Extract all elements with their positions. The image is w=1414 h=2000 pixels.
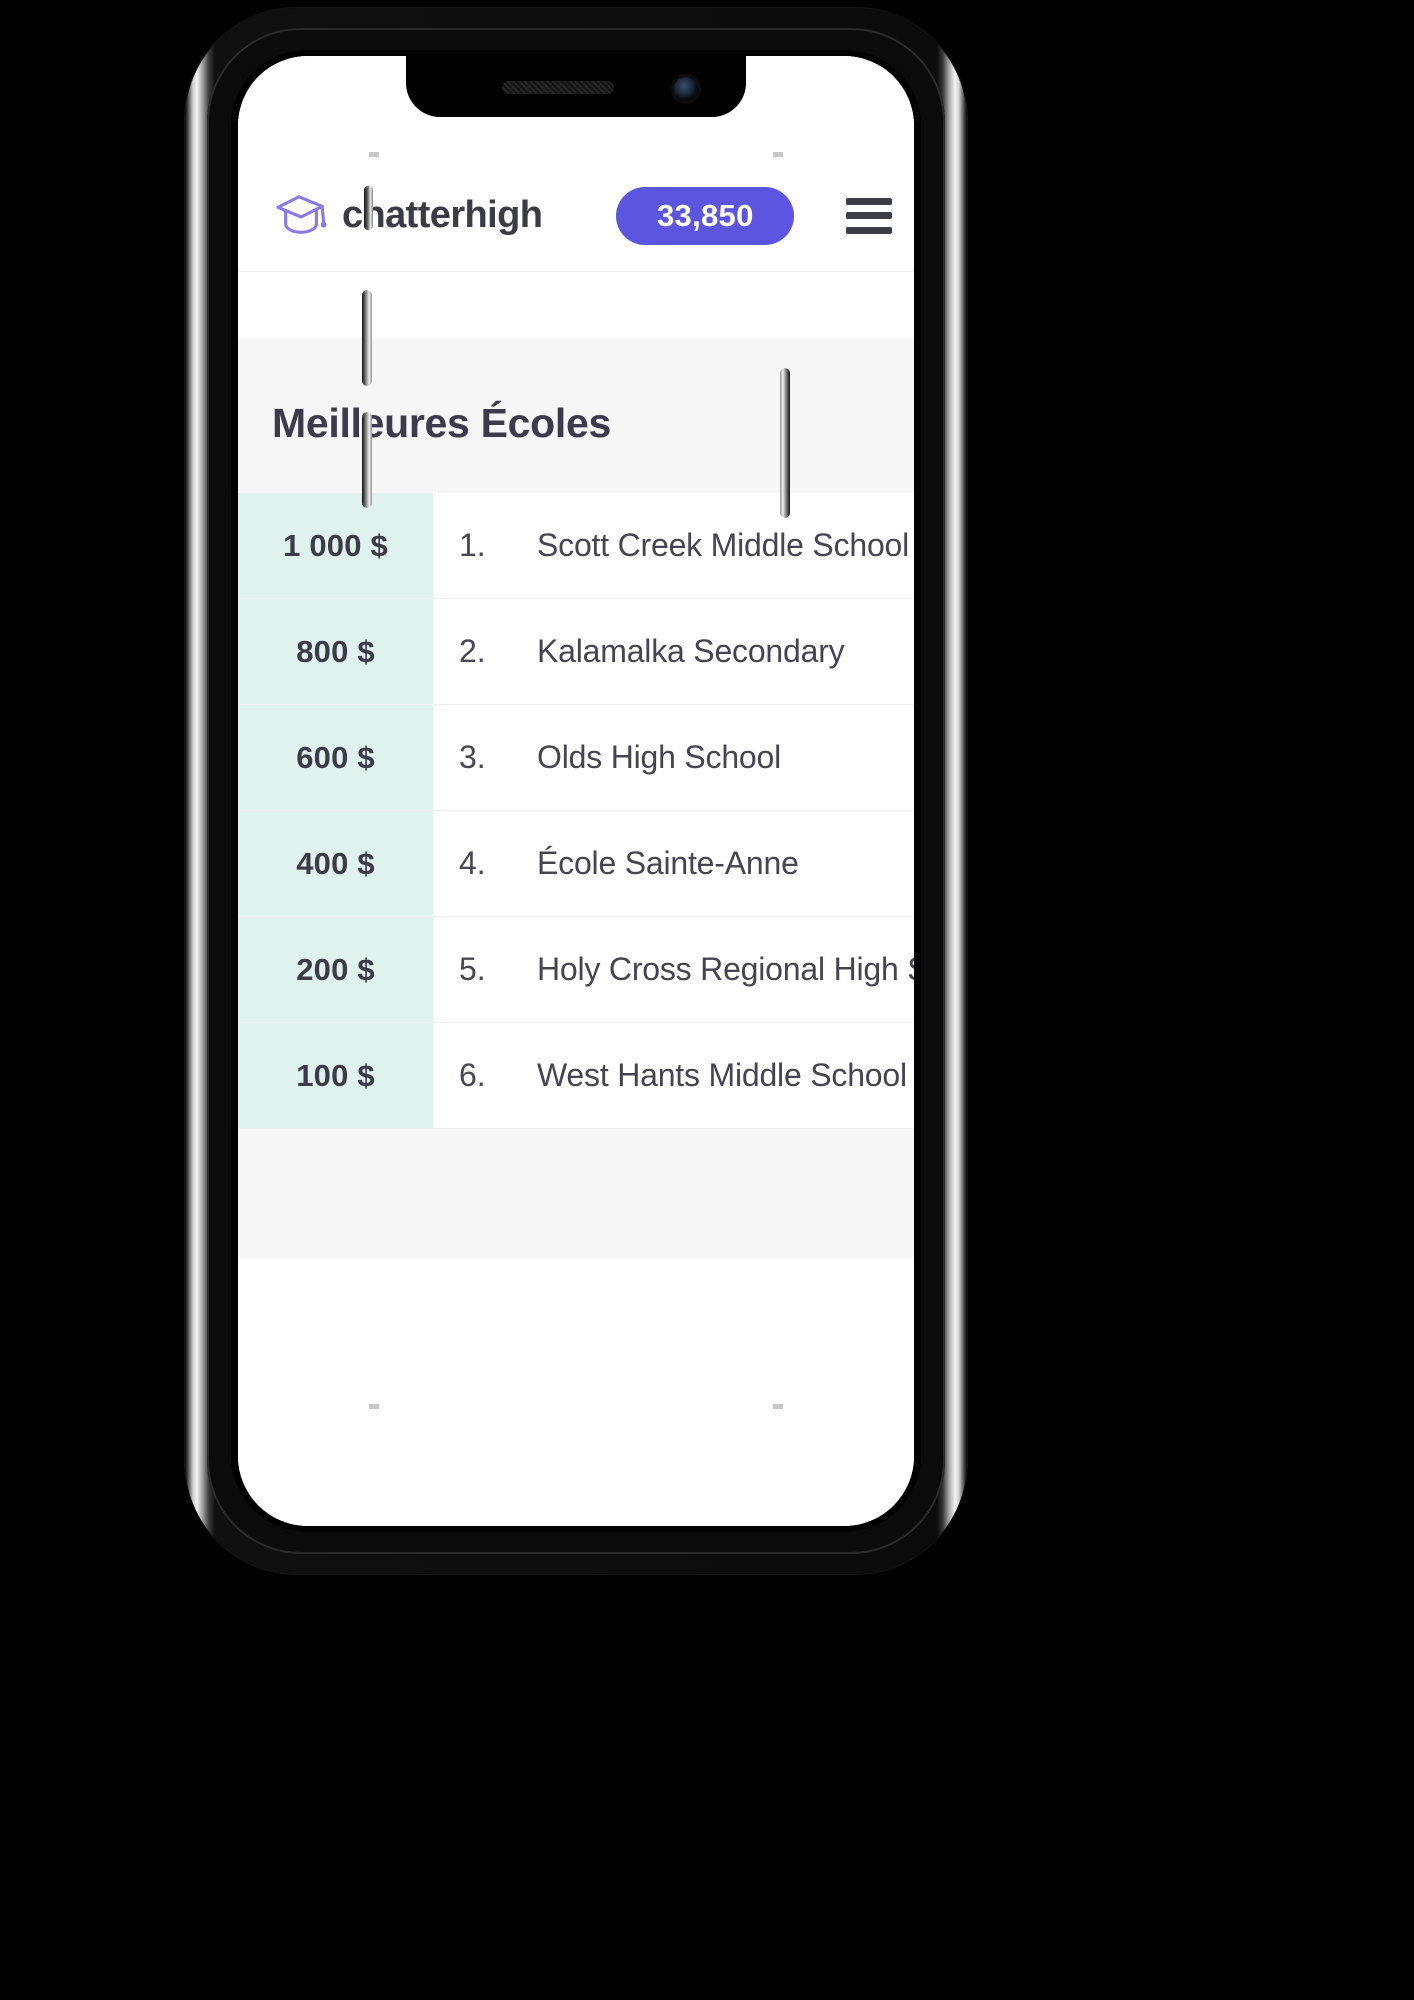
school-name: Holy Cross Regional High School: [537, 951, 914, 987]
prize-amount-cell: 400 $: [238, 811, 433, 916]
school-name: West Hants Middle School: [537, 1057, 907, 1093]
antenna-band: [369, 152, 379, 157]
panel-header: Meilleures Écoles: [238, 338, 914, 493]
prize-amount-cell: 800 $: [238, 599, 433, 704]
brand-logo-link[interactable]: chatterhigh: [272, 191, 543, 241]
rank-number: 4.: [459, 845, 486, 881]
antenna-band: [369, 1404, 379, 1409]
phone-device-mockup: chatterhigh 33,850 Meilleures Écoles 1 0…: [185, 8, 967, 1574]
prize-amount-cell: 200 $: [238, 917, 433, 1022]
power-button[interactable]: [780, 368, 790, 518]
school-name: École Sainte-Anne: [537, 845, 799, 881]
leaderboard-table: 1 000 $ 1. Scott Creek Middle School 800…: [238, 493, 914, 1129]
volume-down-button[interactable]: [362, 412, 372, 508]
prize-amount-cell: 100 $: [238, 1023, 433, 1128]
school-cell: 6. West Hants Middle School: [433, 1023, 914, 1128]
school-cell: 3. Olds High School: [433, 705, 914, 810]
school-cell: 2. Kalamalka Secondary: [433, 599, 914, 704]
front-camera-icon: [674, 77, 698, 101]
table-row[interactable]: 800 $ 2. Kalamalka Secondary: [238, 599, 914, 705]
antenna-band: [773, 152, 783, 157]
hamburger-bar: [846, 212, 893, 219]
rank-number: 5.: [459, 951, 486, 987]
phone-notch: [406, 56, 746, 117]
screenshot-canvas: chatterhigh 33,850 Meilleures Écoles 1 0…: [0, 0, 1414, 2000]
table-row[interactable]: 400 $ 4. École Sainte-Anne: [238, 811, 914, 917]
hamburger-bar: [846, 226, 893, 234]
school-cell: 5. Holy Cross Regional High School: [433, 917, 914, 1022]
rank-number: 1.: [459, 527, 486, 563]
points-badge[interactable]: 33,850: [616, 186, 795, 245]
prize-amount-cell: 600 $: [238, 705, 433, 810]
header-spacer: [238, 272, 914, 338]
leaderboard-panel: Meilleures Écoles 1 000 $ 1. Scott Creek…: [238, 338, 914, 1259]
school-cell: 1. Scott Creek Middle School: [433, 493, 914, 598]
app-viewport: chatterhigh 33,850 Meilleures Écoles 1 0…: [238, 56, 914, 1526]
rank-number: 3.: [459, 739, 486, 775]
hamburger-bar: [846, 197, 893, 205]
panel-footer-spacer: [238, 1129, 914, 1259]
table-row[interactable]: 1 000 $ 1. Scott Creek Middle School: [238, 493, 914, 599]
rank-number: 6.: [459, 1057, 486, 1093]
app-header: chatterhigh 33,850: [238, 160, 914, 272]
school-name: Scott Creek Middle School: [537, 527, 910, 563]
school-name: Olds High School: [537, 739, 782, 775]
antenna-band: [773, 1404, 783, 1409]
prize-amount-cell: 1 000 $: [238, 493, 433, 598]
table-row[interactable]: 100 $ 6. West Hants Middle School: [238, 1023, 914, 1129]
volume-up-button[interactable]: [362, 290, 372, 386]
phone-screen: chatterhigh 33,850 Meilleures Écoles 1 0…: [238, 56, 914, 1526]
school-name: Kalamalka Secondary: [537, 633, 845, 669]
page-bottom-area: [238, 1259, 914, 1526]
silent-switch-button[interactable]: [364, 186, 373, 230]
school-cell: 4. École Sainte-Anne: [433, 811, 914, 916]
graduation-cap-icon: [276, 194, 327, 234]
table-row[interactable]: 200 $ 5. Holy Cross Regional High School: [238, 917, 914, 1023]
speaker-grille-icon: [502, 81, 614, 94]
hamburger-menu-icon[interactable]: [846, 197, 893, 234]
table-row[interactable]: 600 $ 3. Olds High School: [238, 705, 914, 811]
rank-number: 2.: [459, 633, 486, 669]
